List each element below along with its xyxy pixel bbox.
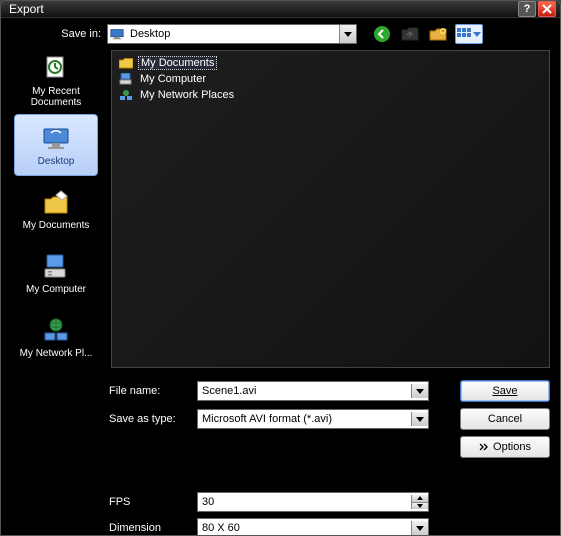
filename-value: Scene1.avi [202,385,407,397]
cancel-button[interactable]: Cancel [460,408,550,430]
views-icon [457,28,471,40]
filename-label: File name: [109,385,189,397]
computer-icon [118,72,134,86]
place-mydocs-label: My Documents [23,220,90,231]
savetype-arrow[interactable] [411,412,428,426]
savein-arrow[interactable] [339,25,356,43]
list-item-label: My Network Places [138,89,236,101]
fps-input[interactable]: 30 [197,492,429,512]
place-mydocs[interactable]: My Documents [14,178,98,240]
list-item[interactable]: My Documents [116,55,545,71]
network-icon [39,316,73,346]
export-dialog: Export ? Save in: Desktop [0,0,561,536]
dimension-arrow[interactable] [411,521,428,535]
fps-spinner[interactable] [411,495,428,509]
dimension-combo[interactable]: 80 X 60 [197,518,429,536]
savein-value: Desktop [126,28,339,40]
titlebar[interactable]: Export ? [1,1,560,18]
filename-input[interactable]: Scene1.avi [197,381,429,401]
places-bar: My Recent Documents Desktop My Documents [11,50,101,368]
desktop-icon [108,27,126,41]
savetype-combo[interactable]: Microsoft AVI format (*.avi) [197,409,429,429]
place-recent[interactable]: My Recent Documents [14,50,98,112]
dimension-label: Dimension [109,522,189,534]
savetype-value: Microsoft AVI format (*.avi) [202,413,407,425]
list-item-label: My Documents [138,56,217,70]
list-item[interactable]: My Network Places [116,87,545,103]
dimension-value: 80 X 60 [202,522,407,534]
fps-label: FPS [109,496,189,508]
help-button[interactable]: ? [518,1,536,17]
mycomp-icon [39,252,73,282]
options-button[interactable]: Options [460,436,550,458]
place-mycomp[interactable]: My Computer [14,242,98,304]
mydocs-icon [39,188,73,218]
place-desktop[interactable]: Desktop [14,114,98,176]
place-desktop-label: Desktop [38,156,75,167]
fps-value: 30 [202,496,407,508]
close-icon [542,4,552,14]
desktop-icon-large [39,124,73,154]
views-button[interactable] [455,24,483,44]
list-item-label: My Computer [138,73,208,85]
filename-history-arrow[interactable] [411,384,428,398]
place-network-label: My Network Pl... [20,348,93,359]
savein-label: Save in: [11,28,101,40]
place-network[interactable]: My Network Pl... [14,306,98,368]
list-item[interactable]: My Computer [116,71,545,87]
recent-icon [39,54,73,84]
new-folder-icon [429,26,447,42]
savetype-label: Save as type: [109,413,189,425]
place-recent-label: My Recent Documents [16,86,96,108]
up-folder-icon [401,26,419,42]
save-button[interactable]: Save [460,380,550,402]
expand-icon [479,443,489,451]
spin-down[interactable] [412,503,428,510]
close-button[interactable] [538,1,556,17]
savein-combo[interactable]: Desktop [107,24,357,44]
folder-icon [118,56,134,70]
network-places-icon [118,88,134,102]
place-mycomp-label: My Computer [26,284,86,295]
back-icon [373,25,391,43]
file-listing[interactable]: My Documents My Computer My Network Plac… [111,50,550,368]
spin-up[interactable] [412,495,428,503]
back-button[interactable] [371,24,393,44]
up-button[interactable] [399,24,421,44]
new-folder-button[interactable] [427,24,449,44]
window-title: Export [9,2,516,16]
